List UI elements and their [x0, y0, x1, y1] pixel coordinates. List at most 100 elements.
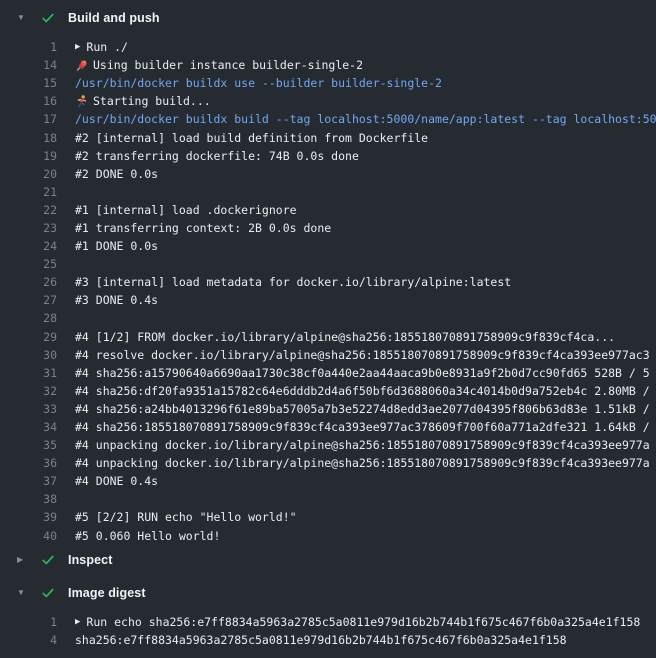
log-line: 38 ▶ — [0, 490, 656, 508]
success-check-icon — [41, 11, 55, 25]
log-text: #5 0.060 Hello world! — [75, 529, 220, 543]
log-line: 26 ▶ #3 [internal] load metadata for doc… — [0, 273, 656, 291]
section-header-inspect[interactable]: ▶ Inspect — [0, 549, 656, 571]
log-line: 20 ▶ #2 DONE 0.0s — [0, 165, 656, 183]
log-line: 34 ▶ #4 sha256:185518070891758909c9f839c… — [0, 418, 656, 436]
line-number[interactable]: 40 — [0, 529, 57, 543]
line-number[interactable]: 31 — [0, 366, 57, 380]
log-text: #4 sha256:df20fa9351a15782c64e6dddb2d4a6… — [75, 384, 650, 398]
log-text: #4 sha256:a24bb4013296f61e89ba57005a7b3e… — [75, 402, 650, 416]
section-title: Build and push — [68, 11, 160, 25]
line-number[interactable]: 17 — [0, 112, 57, 126]
line-number[interactable]: 33 — [0, 402, 57, 416]
log-line: 22 ▶ #1 [internal] load .dockerignore — [0, 201, 656, 219]
section-inspect: ▶ Inspect — [0, 549, 656, 571]
log-line: 30 ▶ #4 resolve docker.io/library/alpine… — [0, 346, 656, 364]
log-line: 32 ▶ #4 sha256:df20fa9351a15782c64e6dddb… — [0, 382, 656, 400]
line-number[interactable]: 4 — [0, 633, 57, 647]
line-number[interactable]: 23 — [0, 221, 57, 235]
line-number[interactable]: 35 — [0, 438, 57, 452]
log-lines-build-and-push: 1 ▶ Run ./ 14 ▶ — [0, 29, 656, 549]
success-check-icon — [41, 553, 55, 567]
log-text: #1 [internal] load .dockerignore — [75, 203, 297, 217]
log-line: 1 ▶ Run ./ — [0, 38, 656, 56]
log-line: 14 ▶ Using builder instance builder-sing… — [0, 56, 656, 74]
log-line: 18 ▶ #2 [internal] load build definition… — [0, 128, 656, 146]
line-number[interactable]: 29 — [0, 330, 57, 344]
workflow-log-console: ▼ Build and push 1 ▶ Run ./ 14 — [0, 0, 656, 658]
line-number[interactable]: 28 — [0, 311, 57, 325]
log-text: Starting build... — [93, 94, 211, 108]
line-number[interactable]: 24 — [0, 239, 57, 253]
log-line: 4 ▶ sha256:e7ff8834a5963a2785c5a0811e979… — [0, 631, 656, 649]
line-number[interactable]: 25 — [0, 257, 57, 271]
line-number[interactable]: 19 — [0, 149, 57, 163]
line-number[interactable]: 16 — [0, 94, 57, 108]
log-line: 19 ▶ #2 transferring dockerfile: 74B 0.0… — [0, 147, 656, 165]
log-text: #4 resolve docker.io/library/alpine@sha2… — [75, 348, 650, 362]
run-group-caret-icon[interactable]: ▶ — [75, 617, 80, 627]
pushpin-icon — [75, 59, 88, 72]
log-line: 21 ▶ — [0, 183, 656, 201]
line-number[interactable]: 1 — [0, 615, 57, 629]
log-line: 37 ▶ #4 DONE 0.4s — [0, 472, 656, 490]
success-check-icon — [41, 586, 55, 600]
line-number[interactable]: 36 — [0, 456, 57, 470]
log-text: /usr/bin/docker buildx build --tag local… — [75, 112, 656, 126]
line-number[interactable]: 15 — [0, 76, 57, 90]
log-text: Using builder instance builder-single-2 — [93, 58, 363, 72]
log-text: #4 DONE 0.4s — [75, 474, 158, 488]
log-line: 27 ▶ #3 DONE 0.4s — [0, 291, 656, 309]
section-title: Image digest — [68, 586, 146, 600]
log-line: 31 ▶ #4 sha256:a15790640a6690aa1730c38cf… — [0, 364, 656, 382]
line-number[interactable]: 34 — [0, 420, 57, 434]
line-number[interactable]: 18 — [0, 131, 57, 145]
log-lines-image-digest: 1 ▶ Run echo sha256:e7ff8834a5963a2785c5… — [0, 604, 656, 653]
line-number[interactable]: 27 — [0, 293, 57, 307]
section-header-build-and-push[interactable]: ▼ Build and push — [0, 7, 656, 29]
log-line: 40 ▶ #5 0.060 Hello world! — [0, 527, 656, 545]
log-line: 39 ▶ #5 [2/2] RUN echo "Hello world!" — [0, 508, 656, 526]
log-line: 25 ▶ — [0, 255, 656, 273]
line-number[interactable]: 14 — [0, 58, 57, 72]
line-number[interactable]: 37 — [0, 474, 57, 488]
section-build-and-push: ▼ Build and push 1 ▶ Run ./ 14 — [0, 7, 656, 549]
line-number[interactable]: 32 — [0, 384, 57, 398]
line-number[interactable]: 30 — [0, 348, 57, 362]
log-text: #2 DONE 0.0s — [75, 167, 158, 181]
log-line: 16 ▶ Starting build... — [0, 92, 656, 110]
log-line: 29 ▶ #4 [1/2] FROM docker.io/library/alp… — [0, 328, 656, 346]
log-line: 15 ▶ /usr/bin/docker buildx use --builde… — [0, 74, 656, 92]
log-line: 35 ▶ #4 unpacking docker.io/library/alpi… — [0, 436, 656, 454]
section-title: Inspect — [68, 553, 112, 567]
line-number[interactable]: 20 — [0, 167, 57, 181]
line-number[interactable]: 26 — [0, 275, 57, 289]
log-text: #3 DONE 0.4s — [75, 293, 158, 307]
log-line: 24 ▶ #1 DONE 0.0s — [0, 237, 656, 255]
log-line: 28 ▶ — [0, 309, 656, 327]
chevron-right-icon[interactable]: ▶ — [17, 556, 27, 564]
runner-icon — [75, 95, 88, 108]
line-number[interactable]: 1 — [0, 40, 57, 54]
chevron-down-icon[interactable]: ▼ — [17, 589, 27, 597]
log-text: Run ./ — [86, 40, 128, 54]
section-header-image-digest[interactable]: ▼ Image digest — [0, 582, 656, 604]
line-number[interactable]: 21 — [0, 185, 57, 199]
run-group-caret-icon[interactable]: ▶ — [75, 42, 80, 52]
log-text: #4 unpacking docker.io/library/alpine@sh… — [75, 456, 650, 470]
log-text: #5 [2/2] RUN echo "Hello world!" — [75, 510, 297, 524]
log-line: 23 ▶ #1 transferring context: 2B 0.0s do… — [0, 219, 656, 237]
log-line: 1 ▶ Run echo sha256:e7ff8834a5963a2785c5… — [0, 613, 656, 631]
log-text: sha256:e7ff8834a5963a2785c5a0811e979d16b… — [75, 633, 567, 647]
log-line: 17 ▶ /usr/bin/docker buildx build --tag … — [0, 110, 656, 128]
log-text: #3 [internal] load metadata for docker.i… — [75, 275, 511, 289]
log-text: #2 transferring dockerfile: 74B 0.0s don… — [75, 149, 359, 163]
chevron-down-icon[interactable]: ▼ — [17, 14, 27, 22]
line-number[interactable]: 38 — [0, 492, 57, 506]
line-number[interactable]: 22 — [0, 203, 57, 217]
log-text: #4 sha256:185518070891758909c9f839cf4ca3… — [75, 420, 650, 434]
line-number[interactable]: 39 — [0, 510, 57, 524]
log-text: Run echo sha256:e7ff8834a5963a2785c5a081… — [86, 615, 640, 629]
log-text: /usr/bin/docker buildx use --builder bui… — [75, 76, 442, 90]
section-image-digest: ▼ Image digest 1 ▶ Run echo sha256:e7ff8… — [0, 582, 656, 653]
